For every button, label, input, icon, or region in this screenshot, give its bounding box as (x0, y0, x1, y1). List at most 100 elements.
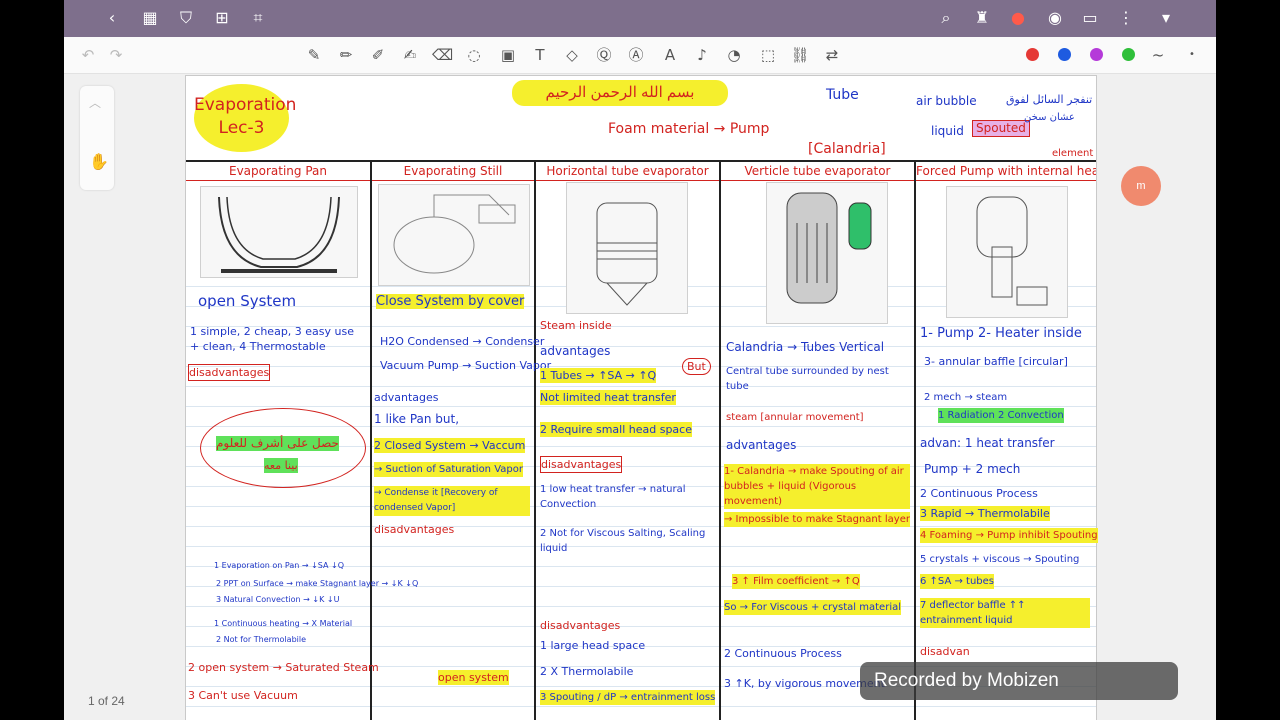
more-tools-icon[interactable]: • (1182, 45, 1202, 65)
page-scroller[interactable]: ︿ ✋ (80, 86, 114, 190)
col1-item-10: 3 Can't use Vacuum (188, 689, 298, 702)
marker-icon[interactable]: ✐ (368, 45, 388, 65)
translate-icon[interactable]: ⇄ (822, 45, 842, 65)
arabic-top-note: تنفجر السائل لفوق (1006, 93, 1093, 106)
col5-item-6: Pump + 2 mech (924, 462, 1021, 476)
column-header-4: Verticle tube evaporator (744, 164, 891, 178)
foam-note: Foam material → Pump (608, 121, 770, 137)
crop-icon[interactable]: ⌗ (248, 8, 268, 28)
column-header-1: Evaporating Pan (228, 164, 327, 178)
page-indicator: 1 of 24 (88, 694, 125, 708)
col1-item-7: 1 Continuous heating → X Material (214, 619, 353, 628)
col3-item-1: Steam inside (540, 319, 612, 332)
column-divider-1 (370, 160, 372, 720)
col1-item-5: 2 PPT on Surface → make Stagnant layer →… (216, 579, 419, 588)
col4-item-7: 3 ↑ Film coefficient → ↑Q (732, 574, 860, 589)
floating-record-button[interactable]: m (1121, 166, 1161, 206)
col2-item-1: Close System by cover (376, 294, 525, 309)
highlighter-icon[interactable]: ✍ (400, 45, 420, 65)
arabic-top-note-2: عشان سخن (1024, 112, 1075, 123)
add-page-icon[interactable]: ⊞ (212, 8, 232, 28)
but-note: But (682, 358, 711, 375)
scroll-up-icon[interactable]: ︿ (89, 94, 101, 111)
element-note: element (1052, 148, 1094, 159)
back-icon[interactable]: ‹ (102, 8, 122, 28)
shape-icon[interactable]: ◇ (562, 45, 582, 65)
col2-item-10: open system (438, 670, 509, 685)
red-pen-color[interactable] (1026, 48, 1039, 61)
record-icon[interactable]: ● (1008, 8, 1028, 28)
horizontal-tube-evaporator-diagram (566, 182, 688, 314)
col2-item-9: disadvantages (374, 523, 455, 536)
green-pen-color[interactable] (1122, 48, 1135, 61)
screenshot-icon[interactable]: ⬚ (758, 45, 778, 65)
blue-pen-color[interactable] (1058, 48, 1071, 61)
liquid-note: liquid (931, 124, 964, 138)
col5-item-12: 7 deflector baffle ↑↑ entrainment liquid (920, 598, 1090, 628)
lecture-title: Evaporation Lec-3 (194, 84, 297, 152)
undo-icon[interactable]: ↶ (78, 45, 98, 65)
column-divider-4 (914, 160, 916, 720)
top-bar: ‹ ▦ ⛉ ⊞ ⌗ ⌕ ♜ ● ◉ ▭ ⋮ ▾ (64, 0, 1216, 37)
text-recognition-icon[interactable]: Ⓐ (626, 45, 646, 65)
column-header-5: Forced Pump with internal heater (916, 164, 1096, 178)
pages-icon[interactable]: ▭ (1080, 8, 1100, 28)
title-line-1: Evaporation (194, 95, 297, 115)
mic-icon[interactable]: ♪ (692, 45, 712, 65)
column-divider-2 (534, 160, 536, 720)
eraser-icon[interactable]: ⌫ (432, 45, 453, 65)
col5-item-2: 3- annular baffle [circular] (924, 355, 1068, 368)
eye-icon[interactable]: ◉ (1045, 8, 1065, 28)
purple-pen-color[interactable] (1090, 48, 1103, 61)
evaporating-still-diagram (378, 184, 530, 286)
col1-item-8: 2 Not for Thermolabile (216, 635, 307, 644)
note-page[interactable]: Evaporation Lec-3 بسم الله الرحمن الرحيم… (185, 75, 1098, 720)
link-icon[interactable]: ⛓ (790, 45, 810, 65)
col3-item-11: 2 X Thermolabile (540, 665, 634, 678)
col1-item-2: 1 simple, 2 cheap, 3 easy use + clean, 4… (190, 325, 355, 353)
sticker-icon[interactable]: ◔ (724, 45, 744, 65)
header-underline (186, 180, 1096, 181)
col2-item-6: 2 Closed System → Vaccum (374, 438, 526, 453)
col1-item-4: 1 Evaporation on Pan → ↓SA ↓Q (214, 561, 345, 570)
calandria-note: [Calandria] (808, 141, 886, 157)
col3-item-12: 3 Spouting / dP → entrainment loss (540, 690, 716, 705)
stroke-width-icon[interactable]: ~ (1148, 45, 1168, 65)
pencil-icon[interactable]: ✏ (336, 45, 356, 65)
search-icon[interactable]: ⌕ (936, 8, 956, 28)
col5-item-13: disadvan (920, 645, 970, 658)
col4-item-5: 1- Calandria → make Spouting of air bubb… (724, 464, 910, 509)
hand-icon[interactable]: ✋ (89, 152, 109, 172)
ocr-icon[interactable]: Ⓠ (594, 45, 614, 65)
col2-item-2: H2O Condensed → Condenser (380, 335, 545, 348)
col1-item-1: open System (198, 292, 297, 310)
bookmark-icon[interactable]: ⛉ (176, 8, 196, 28)
text-box-icon[interactable]: T (530, 45, 550, 65)
vertical-tube-evaporator-diagram (766, 182, 888, 324)
col3-item-7: 1 low heat transfer → natural Convection (540, 484, 686, 510)
grid-icon[interactable]: ▦ (140, 8, 160, 28)
col4-item-6: → Impossible to make Stagnant layer (724, 512, 910, 527)
col3-item-10: 1 large head space (540, 639, 646, 652)
more-icon[interactable]: ⋮ (1116, 8, 1136, 28)
col4-item-8: So → For Viscous + crystal material (724, 600, 901, 615)
ai-icon[interactable]: A (660, 45, 680, 65)
lasso-icon[interactable]: ◌ (464, 45, 484, 65)
col4-item-2: Central tube surrounded by nest tube (726, 366, 889, 392)
pen-icon[interactable]: ✎ (304, 45, 324, 65)
evaporating-pan-diagram (200, 186, 358, 278)
col2-item-7: → Suction of Saturation Vapor (374, 462, 523, 477)
col5-item-5: advan: 1 heat transfer (920, 436, 1055, 450)
spouted-note: Spouted (972, 120, 1030, 137)
image-icon[interactable]: ▣ (498, 45, 518, 65)
forced-pump-diagram (946, 186, 1068, 318)
shirt-icon[interactable]: ♜ (972, 8, 992, 28)
redo-icon[interactable]: ↷ (106, 45, 126, 65)
column-header-2: Evaporating Still (403, 164, 503, 178)
col5-item-8: 3 Rapid → Thermolabile (920, 506, 1050, 521)
col3-item-3: 1 Tubes → ↑SA → ↑Q (540, 368, 657, 383)
col1-item-3: disadvantages (188, 364, 271, 381)
col5-item-11: 6 ↑SA → tubes (920, 574, 994, 589)
dropdown-icon[interactable]: ▾ (1156, 8, 1176, 28)
col3-item-2: advantages (540, 344, 611, 358)
